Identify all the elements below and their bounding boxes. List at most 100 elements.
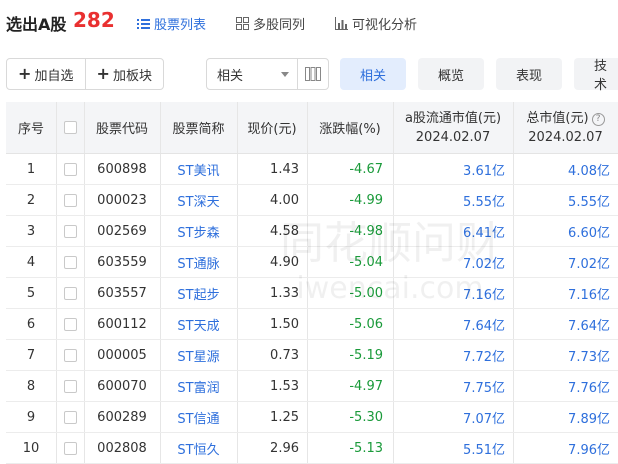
tab-multi-stock[interactable]: 多股同列: [236, 14, 305, 33]
select-all-checkbox[interactable]: [56, 102, 84, 153]
segment-performance[interactable]: 表现: [496, 58, 562, 90]
divider: [160, 216, 161, 246]
stock-change: -5.13: [349, 440, 383, 456]
col-code[interactable]: 股票代码: [84, 102, 160, 153]
stock-name-link[interactable]: ST通脉: [160, 247, 237, 277]
checkbox-box: [63, 441, 77, 455]
divider: [513, 154, 514, 184]
table-row[interactable]: 6 600112 ST天成 1.50 -5.06 7.64亿 7.64亿: [6, 309, 618, 340]
col-total-cap[interactable]: 总市值(元)? 2024.02.07: [513, 102, 618, 153]
divider: [307, 247, 308, 277]
stock-name-link[interactable]: ST信通: [160, 402, 237, 432]
divider: [307, 102, 308, 153]
divider: [56, 309, 57, 339]
row-checkbox[interactable]: [56, 278, 84, 308]
total-cap-value[interactable]: 5.55亿: [513, 185, 618, 215]
divider: [237, 247, 238, 277]
divider: [56, 402, 57, 432]
stock-name-link[interactable]: ST美讯: [160, 154, 237, 184]
table-row[interactable]: 9 600289 ST信通 1.25 -5.30 7.07亿 7.89亿: [6, 402, 618, 433]
total-cap-value[interactable]: 7.96亿: [513, 433, 618, 463]
divider: [513, 309, 514, 339]
segment-overview[interactable]: 概览: [418, 58, 484, 90]
col-name[interactable]: 股票简称: [160, 102, 237, 153]
tab-stock-list[interactable]: 股票列表: [137, 14, 206, 33]
checkbox-box: [63, 317, 77, 331]
float-cap-value[interactable]: 7.64亿: [393, 309, 513, 339]
divider: [160, 371, 161, 401]
segment-technical[interactable]: 技术: [574, 58, 618, 93]
row-checkbox[interactable]: [56, 154, 84, 184]
float-cap-value[interactable]: 3.61亿: [393, 154, 513, 184]
stock-name-link[interactable]: ST富润: [160, 371, 237, 401]
sort-select[interactable]: 相关: [206, 58, 298, 90]
row-index: 1: [26, 161, 36, 177]
chevron-down-icon: [281, 72, 289, 77]
col-float-cap[interactable]: a股流通市值(元) 2024.02.07: [393, 102, 513, 153]
divider: [237, 340, 238, 370]
divider: [307, 402, 308, 432]
row-checkbox[interactable]: [56, 309, 84, 339]
total-cap-value[interactable]: 7.02亿: [513, 247, 618, 277]
help-icon[interactable]: ?: [591, 112, 605, 126]
row-index: 8: [26, 378, 36, 394]
tab-visual-analysis[interactable]: 可视化分析: [335, 14, 417, 33]
stock-name-link[interactable]: ST恒久: [160, 433, 237, 463]
float-cap-value[interactable]: 7.75亿: [393, 371, 513, 401]
col-price[interactable]: 现价(元): [237, 102, 307, 153]
row-checkbox[interactable]: [56, 185, 84, 215]
plus-icon: +: [18, 64, 32, 83]
toolbar: + 加自选 + 加板块 相关 相关 概览 表现 技术: [0, 58, 618, 93]
row-checkbox[interactable]: [56, 371, 84, 401]
row-checkbox[interactable]: [56, 340, 84, 370]
stock-change: -5.06: [349, 316, 383, 332]
table-row[interactable]: 3 002569 ST步森 4.58 -4.98 6.41亿 6.60亿: [6, 216, 618, 247]
row-checkbox[interactable]: [56, 247, 84, 277]
checkbox-box: [63, 379, 77, 393]
divider: [393, 309, 394, 339]
table-row[interactable]: 2 000023 ST深天 4.00 -4.99 5.55亿 5.55亿: [6, 185, 618, 216]
table-body: 1 600898 ST美讯 1.43 -4.67 3.61亿 4.08亿 2 000023 ST深…: [6, 154, 618, 464]
stock-name-link[interactable]: ST深天: [160, 185, 237, 215]
col-change[interactable]: 涨跌幅(%): [307, 102, 393, 153]
total-cap-value[interactable]: 4.08亿: [513, 154, 618, 184]
float-cap-value[interactable]: 7.02亿: [393, 247, 513, 277]
row-checkbox[interactable]: [56, 402, 84, 432]
stock-name-link[interactable]: ST步森: [160, 216, 237, 246]
float-cap-value[interactable]: 5.51亿: [393, 433, 513, 463]
segment-technical-label: 技术: [594, 59, 608, 93]
total-cap-value[interactable]: 7.76亿: [513, 371, 618, 401]
add-watchlist-button[interactable]: + 加自选: [7, 59, 85, 89]
add-sector-button[interactable]: + 加板块: [84, 59, 164, 89]
total-cap-value[interactable]: 7.16亿: [513, 278, 618, 308]
float-cap-value[interactable]: 5.55亿: [393, 185, 513, 215]
table-row[interactable]: 5 603557 ST起步 1.33 -5.00 7.16亿 7.16亿: [6, 278, 618, 309]
segment-related[interactable]: 相关: [340, 58, 406, 90]
float-cap-value[interactable]: 7.16亿: [393, 278, 513, 308]
row-checkbox[interactable]: [56, 433, 84, 463]
stock-name-link[interactable]: ST星源: [160, 340, 237, 370]
stock-code: 000023: [97, 192, 147, 208]
table-row[interactable]: 8 600070 ST富润 1.53 -4.97 7.75亿 7.76亿: [6, 371, 618, 402]
stock-name-link[interactable]: ST天成: [160, 309, 237, 339]
row-checkbox[interactable]: [56, 216, 84, 246]
float-cap-value[interactable]: 7.72亿: [393, 340, 513, 370]
divider: [393, 340, 394, 370]
table-row[interactable]: 10 002808 ST恒久 2.96 -5.13 5.51亿 7.96亿: [6, 433, 618, 464]
table-row[interactable]: 1 600898 ST美讯 1.43 -4.67 3.61亿 4.08亿: [6, 154, 618, 185]
table-row[interactable]: 7 000005 ST星源 0.73 -5.19 7.72亿 7.73亿: [6, 340, 618, 371]
total-cap-value[interactable]: 6.60亿: [513, 216, 618, 246]
divider: [237, 309, 238, 339]
stock-table: 序号 股票代码 股票简称 现价(元) 涨跌幅(%) a股流通市值(元) 2024…: [6, 102, 618, 464]
stock-name-link[interactable]: ST起步: [160, 278, 237, 308]
column-settings-button[interactable]: [297, 58, 329, 90]
total-cap-value[interactable]: 7.89亿: [513, 402, 618, 432]
divider: [160, 309, 161, 339]
page-title: 选出A股: [6, 15, 67, 34]
divider: [160, 154, 161, 184]
float-cap-value[interactable]: 7.07亿: [393, 402, 513, 432]
total-cap-value[interactable]: 7.64亿: [513, 309, 618, 339]
table-row[interactable]: 4 603559 ST通脉 4.90 -5.04 7.02亿 7.02亿: [6, 247, 618, 278]
total-cap-value[interactable]: 7.73亿: [513, 340, 618, 370]
float-cap-value[interactable]: 6.41亿: [393, 216, 513, 246]
